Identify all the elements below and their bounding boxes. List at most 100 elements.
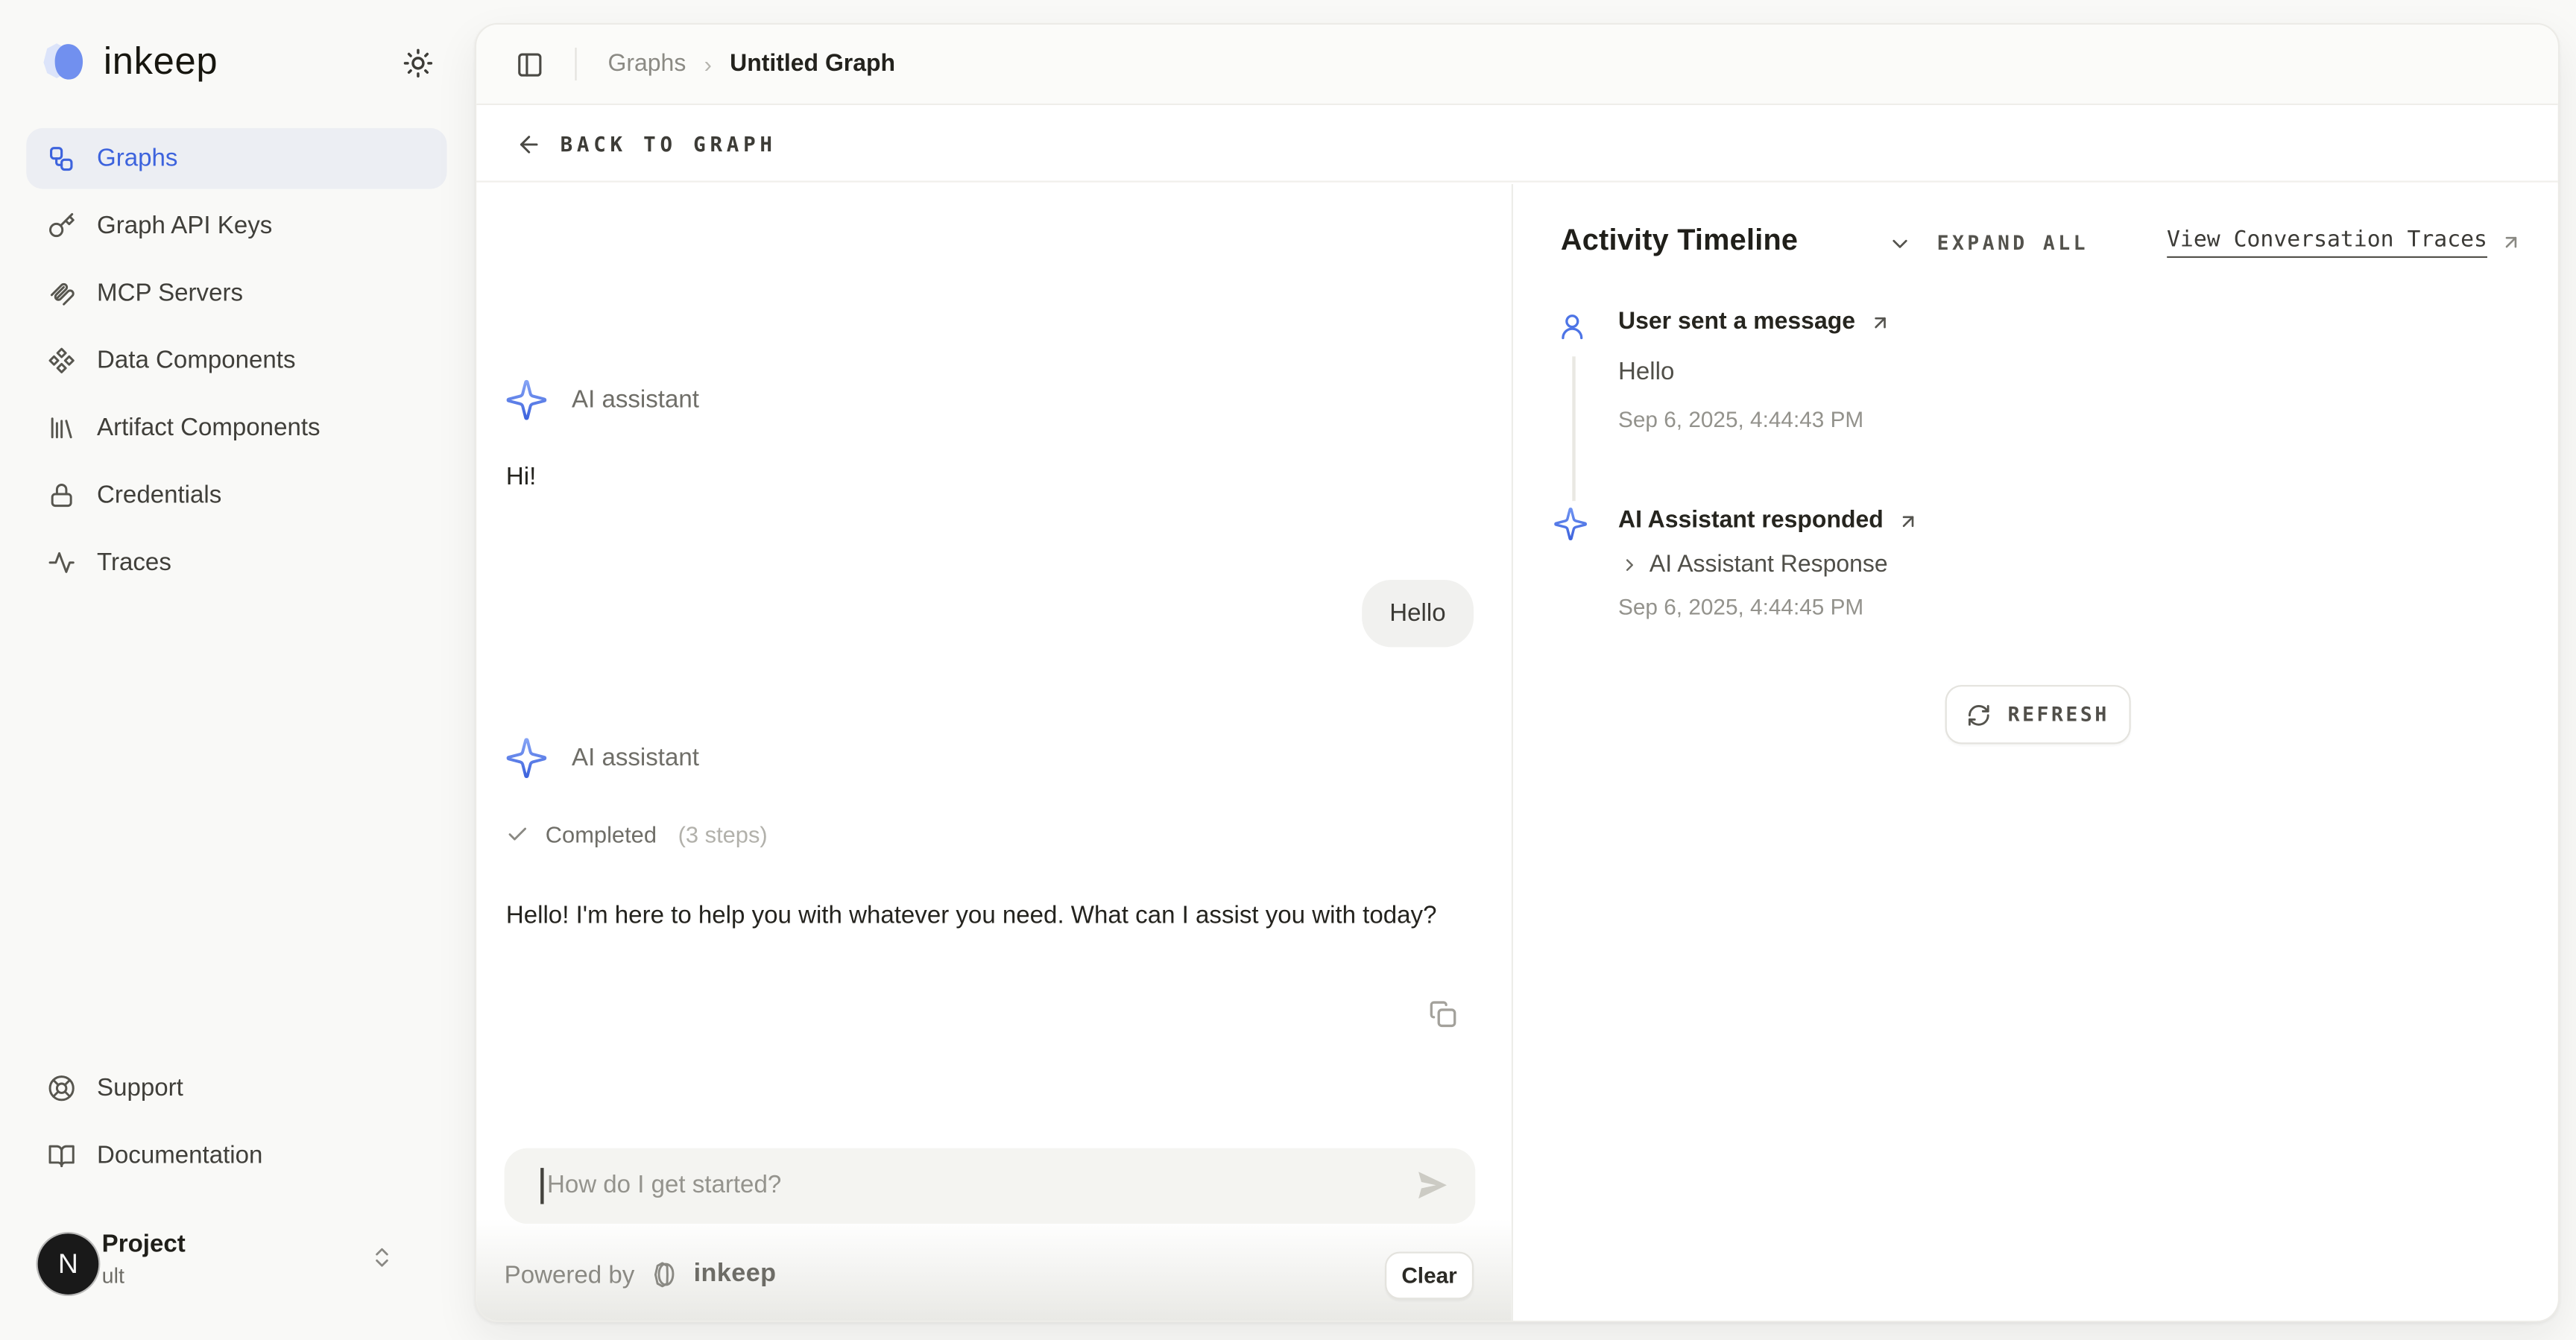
timeline-item-title[interactable]: AI Assistant responded <box>1618 508 1919 534</box>
sidebar-item-label: Documentation <box>97 1142 262 1169</box>
copy-button[interactable] <box>1427 999 1457 1028</box>
assistant-message-text: Hello! I'm here to help you with whateve… <box>506 897 1471 936</box>
text-caret <box>540 1168 543 1204</box>
powered-by-brand[interactable]: inkeep <box>694 1260 777 1290</box>
inkeep-logo[interactable]: inkeep <box>40 38 218 87</box>
sidebar-item-label: Data Components <box>97 347 295 374</box>
status-label: Completed <box>546 821 657 847</box>
breadcrumb-parent[interactable]: Graphs <box>608 51 686 77</box>
back-to-graph-label: BACK TO GRAPH <box>561 131 777 156</box>
sidebar-item-data-components[interactable]: Data Components <box>26 330 446 391</box>
divider <box>575 48 576 80</box>
timeline-item-title-text: AI Assistant responded <box>1618 508 1884 534</box>
sidebar-item-label: Graph API Keys <box>97 212 272 239</box>
project-subtitle: ult <box>102 1262 186 1292</box>
sidebar-item-graphs[interactable]: Graphs <box>26 128 446 189</box>
chat-panel: AI assistant Hi! Hello AI assistant <box>476 184 1513 1321</box>
timeline-item-timestamp: Sep 6, 2025, 4:44:45 PM <box>1618 595 1863 619</box>
sidebar-item-mcp-servers[interactable]: MCP Servers <box>26 263 446 324</box>
inkeep-wordmark: inkeep <box>104 39 218 83</box>
chevrons-up-down-icon[interactable] <box>370 1245 394 1270</box>
timeline-item-body: AI Assistant Response <box>1650 552 1888 578</box>
activity-icon <box>48 549 75 576</box>
assistant-message-header: AI assistant <box>505 378 699 423</box>
chevron-right-icon <box>1620 555 1639 575</box>
timeline-title: Activity Timeline <box>1561 224 1798 258</box>
avatar: N <box>38 1233 99 1295</box>
timeline-item-timestamp: Sep 6, 2025, 4:44:43 PM <box>1618 408 1863 432</box>
breadcrumb-separator: › <box>704 51 712 77</box>
sidebar-item-credentials[interactable]: Credentials <box>26 465 446 526</box>
timeline-connector <box>1572 356 1574 501</box>
view-conversation-traces-link[interactable]: View Conversation Traces <box>2167 227 2522 258</box>
sidebar-item-label: Artifact Components <box>97 414 321 441</box>
arrow-up-right-icon <box>2501 232 2522 253</box>
key-icon <box>48 212 75 239</box>
view-traces-label: View Conversation Traces <box>2167 227 2487 258</box>
ai-assistant-response-expander[interactable]: AI Assistant Response <box>1620 552 1887 578</box>
sidebar-item-label: Traces <box>97 549 171 576</box>
project-switcher[interactable]: N Project ult <box>26 1222 446 1304</box>
app-root: inkeep Graphs Graph API Keys <box>0 0 2576 1340</box>
expand-all-button[interactable]: EXPAND ALL <box>1937 232 2089 255</box>
timeline-item-body: Hello <box>1618 358 1674 385</box>
copy-icon <box>1427 999 1457 1028</box>
timeline-item-title[interactable]: User sent a message <box>1618 309 1891 335</box>
user-icon <box>1557 312 1587 342</box>
theme-toggle-button[interactable] <box>396 40 441 85</box>
assistant-message-text: Hi! <box>506 464 536 491</box>
sidebar-item-label: Credentials <box>97 481 221 509</box>
mcp-icon <box>48 279 75 307</box>
back-to-graph-button[interactable]: BACK TO GRAPH <box>476 107 2558 182</box>
sidebar-item-documentation[interactable]: Documentation <box>26 1125 446 1186</box>
sidebar-item-graph-api-keys[interactable]: Graph API Keys <box>26 195 446 256</box>
send-button[interactable] <box>1413 1166 1451 1204</box>
chat-footer: Powered by inkeep Clear <box>505 1250 1474 1299</box>
assistant-message-header: AI assistant <box>505 736 699 780</box>
powered-by-label: Powered by <box>505 1261 635 1289</box>
sidebar-item-artifact-components[interactable]: Artifact Components <box>26 397 446 458</box>
main-panel: Graphs › Untitled Graph BACK TO GRAPH <box>475 23 2560 1322</box>
project-texts: Project ult <box>102 1229 186 1292</box>
sidebar-footer-nav: Support Documentation <box>26 1058 446 1186</box>
sidebar-item-label: Support <box>97 1074 183 1102</box>
powered-by: Powered by inkeep <box>505 1250 1474 1299</box>
user-message-bubble: Hello <box>1362 580 1474 647</box>
book-open-icon <box>48 1142 75 1169</box>
content-area: AI assistant Hi! Hello AI assistant <box>476 184 2558 1321</box>
arrow-up-right-icon <box>1870 312 1892 333</box>
sidebar-toggle-button[interactable] <box>516 50 543 78</box>
assistant-label: AI assistant <box>572 386 699 414</box>
sidebar-header: inkeep <box>40 36 441 89</box>
send-icon <box>1413 1166 1451 1204</box>
sparkles-icon <box>1553 506 1588 542</box>
chat-input-placeholder: How do I get started? <box>547 1148 781 1224</box>
workflow-icon <box>48 145 75 172</box>
project-name: Project <box>102 1229 186 1262</box>
refresh-icon <box>1967 702 1992 727</box>
inkeep-logo-icon <box>40 38 92 87</box>
assistant-label: AI assistant <box>572 744 699 771</box>
sidebar-item-support[interactable]: Support <box>26 1058 446 1119</box>
refresh-label: REFRESH <box>2008 703 2109 726</box>
library-icon <box>48 414 75 441</box>
lock-icon <box>48 481 75 509</box>
life-buoy-icon <box>48 1074 75 1102</box>
arrow-left-icon <box>516 130 542 157</box>
chevron-down-icon[interactable] <box>1887 232 1912 256</box>
breadcrumb-bar: Graphs › Untitled Graph <box>476 25 2558 105</box>
chat-input[interactable]: How do I get started? <box>505 1148 1476 1224</box>
sidebar-nav: Graphs Graph API Keys MCP Servers Data C… <box>26 128 446 593</box>
refresh-button[interactable]: REFRESH <box>1945 685 2131 744</box>
sidebar-item-traces[interactable]: Traces <box>26 532 446 593</box>
arrow-up-right-icon <box>1898 510 1920 531</box>
clear-button[interactable]: Clear <box>1385 1252 1474 1300</box>
inkeep-mark-icon <box>648 1258 681 1291</box>
panel-left-icon <box>516 50 543 78</box>
sidebar-item-label: Graphs <box>97 145 177 172</box>
sparkles-icon <box>505 736 549 780</box>
breadcrumb-current: Untitled Graph <box>730 51 895 77</box>
completion-status[interactable]: Completed (3 steps) <box>506 821 768 847</box>
timeline-item-title-text: User sent a message <box>1618 309 1855 335</box>
sun-icon <box>402 47 434 78</box>
